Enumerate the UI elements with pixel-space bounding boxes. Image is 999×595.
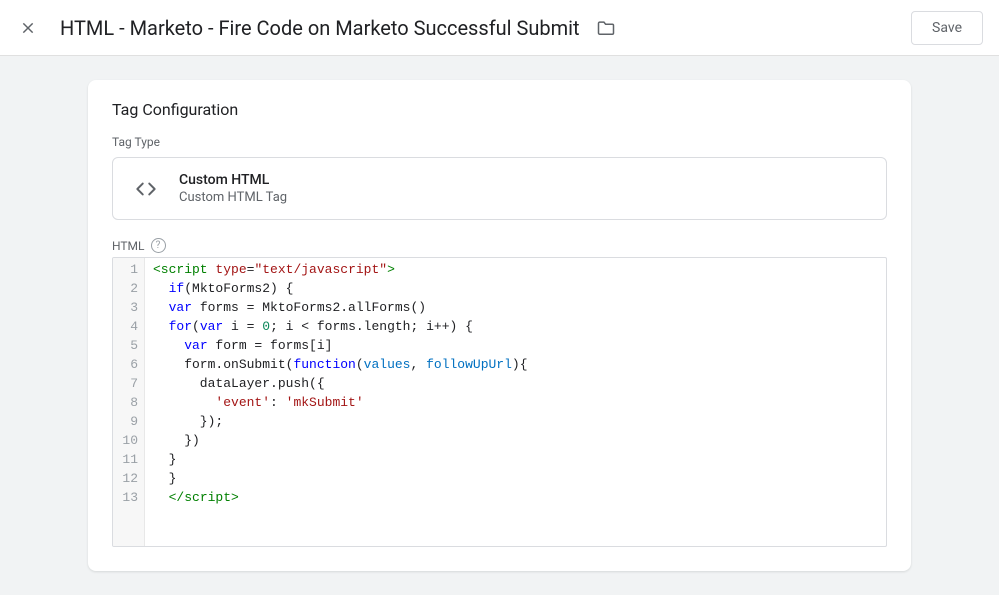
folder-icon[interactable] — [596, 18, 616, 38]
close-icon[interactable] — [16, 16, 40, 40]
code-line[interactable]: dataLayer.push({ — [153, 374, 878, 393]
code-content[interactable]: <script type="text/javascript"> if(MktoF… — [145, 258, 886, 546]
line-number: 12 — [121, 469, 138, 488]
line-number: 5 — [121, 336, 138, 355]
line-number: 11 — [121, 450, 138, 469]
line-number: 4 — [121, 317, 138, 336]
code-line[interactable]: </script> — [153, 488, 878, 507]
line-number: 7 — [121, 374, 138, 393]
tag-type-texts: Custom HTML Custom HTML Tag — [179, 172, 287, 205]
tag-type-desc: Custom HTML Tag — [179, 190, 287, 205]
line-number: 1 — [121, 260, 138, 279]
code-line[interactable]: } — [153, 469, 878, 488]
line-number-gutter: 12345678910111213 — [113, 258, 145, 546]
code-line[interactable]: } — [153, 450, 878, 469]
section-title: Tag Configuration — [112, 100, 887, 119]
save-button[interactable]: Save — [911, 11, 983, 45]
line-number: 8 — [121, 393, 138, 412]
code-line[interactable]: form.onSubmit(function(values, followUpU… — [153, 355, 878, 374]
line-number: 3 — [121, 298, 138, 317]
html-label-row: HTML ? — [112, 238, 887, 253]
html-field-label: HTML — [112, 239, 145, 253]
code-line[interactable]: 'event': 'mkSubmit' — [153, 393, 878, 412]
code-line[interactable]: }) — [153, 431, 878, 450]
header-bar: HTML - Marketo - Fire Code on Marketo Su… — [0, 0, 999, 56]
tag-type-selector[interactable]: Custom HTML Custom HTML Tag — [112, 157, 887, 220]
code-line[interactable]: }); — [153, 412, 878, 431]
code-line[interactable]: if(MktoForms2) { — [153, 279, 878, 298]
code-brackets-icon — [131, 174, 161, 204]
line-number: 9 — [121, 412, 138, 431]
code-line[interactable]: for(var i = 0; i < forms.length; i++) { — [153, 317, 878, 336]
tag-type-label: Tag Type — [112, 135, 887, 149]
page-title[interactable]: HTML - Marketo - Fire Code on Marketo Su… — [60, 16, 580, 40]
code-line[interactable]: var forms = MktoForms2.allForms() — [153, 298, 878, 317]
line-number: 10 — [121, 431, 138, 450]
content-area: Tag Configuration Tag Type Custom HTML C… — [0, 56, 999, 595]
line-number: 2 — [121, 279, 138, 298]
code-line[interactable]: <script type="text/javascript"> — [153, 260, 878, 279]
code-line[interactable]: var form = forms[i] — [153, 336, 878, 355]
line-number: 6 — [121, 355, 138, 374]
html-code-editor[interactable]: 12345678910111213 <script type="text/jav… — [112, 257, 887, 547]
line-number: 13 — [121, 488, 138, 507]
tag-type-name: Custom HTML — [179, 172, 287, 188]
tag-config-card: Tag Configuration Tag Type Custom HTML C… — [88, 80, 911, 571]
help-icon[interactable]: ? — [151, 238, 166, 253]
